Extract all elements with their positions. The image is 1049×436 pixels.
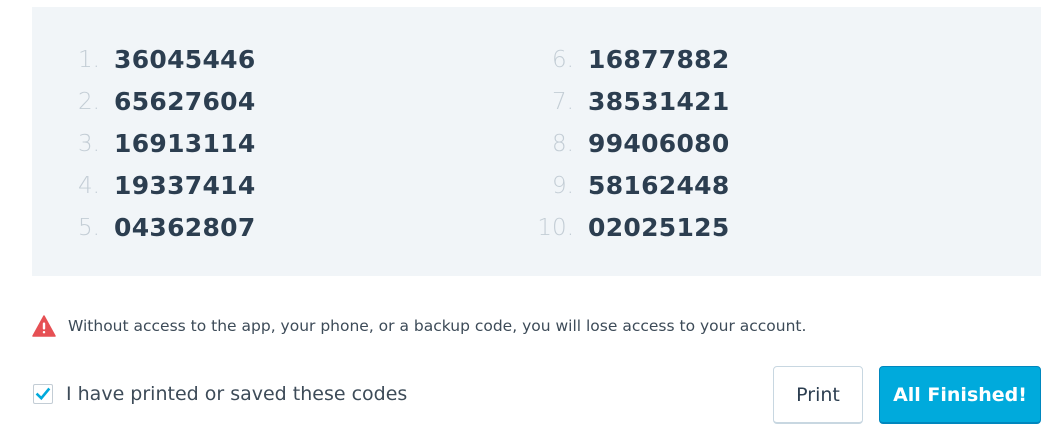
- backup-code: 04362807: [114, 213, 256, 242]
- confirm-label: I have printed or saved these codes: [66, 383, 408, 405]
- backup-code-index: 5.: [78, 215, 100, 241]
- backup-code-index: 1.: [78, 47, 100, 73]
- backup-code: 36045446: [114, 45, 256, 74]
- backup-code-index: 6.: [552, 47, 574, 73]
- backup-code: 38531421: [588, 87, 730, 116]
- backup-code: 02025125: [588, 213, 730, 242]
- backup-code: 58162448: [588, 171, 730, 200]
- backup-code-index: 3.: [78, 131, 100, 157]
- backup-code: 16877882: [588, 45, 730, 74]
- backup-code: 16913114: [114, 129, 256, 158]
- print-button[interactable]: Print: [773, 366, 863, 424]
- backup-code: 65627604: [114, 87, 256, 116]
- backup-code-index: 4.: [78, 173, 100, 199]
- backup-code: 99406080: [588, 129, 730, 158]
- all-finished-button[interactable]: All Finished!: [879, 366, 1041, 424]
- backup-code: 19337414: [114, 171, 256, 200]
- backup-code-index: 9.: [552, 173, 574, 199]
- backup-code-index: 7.: [552, 89, 574, 115]
- backup-code-index: 8.: [552, 131, 574, 157]
- backup-code-index: 10.: [537, 215, 574, 241]
- warning-triangle-icon: [32, 315, 56, 337]
- warning-message: Without access to the app, your phone, o…: [32, 313, 806, 339]
- confirm-saved-codes[interactable]: I have printed or saved these codes: [33, 381, 407, 407]
- warning-text: Without access to the app, your phone, o…: [68, 317, 807, 335]
- confirm-checkbox[interactable]: [33, 384, 53, 404]
- backup-code-index: 2.: [78, 89, 100, 115]
- checkmark-icon: [35, 387, 51, 401]
- backup-codes-panel: 1. 36045446 2. 65627604 3. 16913114 4. 1…: [32, 7, 1041, 276]
